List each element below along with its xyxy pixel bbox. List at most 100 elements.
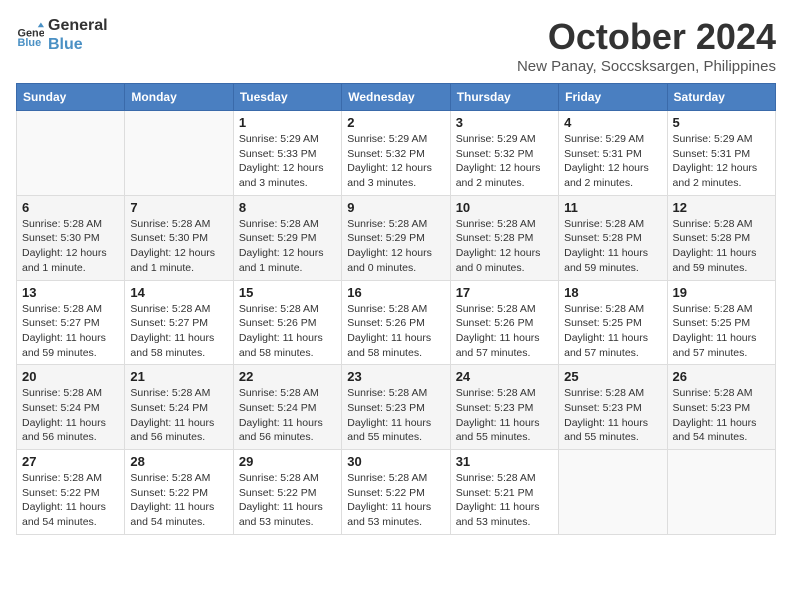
calendar-cell: 28 Sunrise: 5:28 AM Sunset: 5:22 PM Dayli… bbox=[125, 450, 233, 535]
header-wednesday: Wednesday bbox=[342, 84, 450, 111]
day-info: Sunrise: 5:28 AM Sunset: 5:28 PM Dayligh… bbox=[673, 217, 770, 276]
calendar-cell: 12 Sunrise: 5:28 AM Sunset: 5:28 PM Dayli… bbox=[667, 195, 775, 280]
day-number: 17 bbox=[456, 285, 553, 300]
day-number: 12 bbox=[673, 200, 770, 215]
calendar-cell: 5 Sunrise: 5:29 AM Sunset: 5:31 PM Daylig… bbox=[667, 111, 775, 196]
calendar-table: SundayMondayTuesdayWednesdayThursdayFrid… bbox=[16, 83, 776, 535]
calendar-cell: 16 Sunrise: 5:28 AM Sunset: 5:26 PM Dayli… bbox=[342, 280, 450, 365]
day-info: Sunrise: 5:29 AM Sunset: 5:31 PM Dayligh… bbox=[673, 132, 770, 191]
day-number: 22 bbox=[239, 369, 336, 384]
day-info: Sunrise: 5:28 AM Sunset: 5:22 PM Dayligh… bbox=[347, 471, 444, 530]
day-number: 13 bbox=[22, 285, 119, 300]
calendar-week-3: 13 Sunrise: 5:28 AM Sunset: 5:27 PM Dayli… bbox=[17, 280, 776, 365]
calendar-cell: 25Sunrise: 5:28 AM Sunset: 5:23 PM Dayli… bbox=[559, 365, 667, 450]
day-info: Sunrise: 5:28 AM Sunset: 5:28 PM Dayligh… bbox=[564, 217, 661, 276]
day-number: 26 bbox=[673, 369, 770, 384]
calendar-cell: 18 Sunrise: 5:28 AM Sunset: 5:25 PM Dayli… bbox=[559, 280, 667, 365]
day-number: 10 bbox=[456, 200, 553, 215]
logo-general: General bbox=[48, 16, 108, 35]
day-number: 8 bbox=[239, 200, 336, 215]
day-info: Sunrise: 5:28 AM Sunset: 5:27 PM Dayligh… bbox=[22, 302, 119, 361]
day-info: Sunrise: 5:28 AM Sunset: 5:23 PM Dayligh… bbox=[347, 386, 444, 445]
calendar-cell bbox=[125, 111, 233, 196]
day-number: 1 bbox=[239, 115, 336, 130]
calendar-cell: 24 Sunrise: 5:28 AM Sunset: 5:23 PM Dayli… bbox=[450, 365, 558, 450]
logo-blue: Blue bbox=[48, 35, 108, 54]
day-info: Sunrise: 5:28 AM Sunset: 5:23 PM Dayligh… bbox=[564, 386, 661, 445]
day-number: 29 bbox=[239, 454, 336, 469]
calendar-cell bbox=[17, 111, 125, 196]
logo-icon: General Blue bbox=[16, 21, 44, 49]
month-title: October 2024 bbox=[517, 16, 776, 58]
day-number: 5 bbox=[673, 115, 770, 130]
day-number: 27 bbox=[22, 454, 119, 469]
day-info: Sunrise: 5:28 AM Sunset: 5:29 PM Dayligh… bbox=[239, 217, 336, 276]
day-number: 24 bbox=[456, 369, 553, 384]
day-info: Sunrise: 5:28 AM Sunset: 5:23 PM Dayligh… bbox=[673, 386, 770, 445]
calendar-cell: 4Sunrise: 5:29 AM Sunset: 5:31 PM Daylig… bbox=[559, 111, 667, 196]
calendar-cell bbox=[559, 450, 667, 535]
day-number: 28 bbox=[130, 454, 227, 469]
day-info: Sunrise: 5:28 AM Sunset: 5:26 PM Dayligh… bbox=[239, 302, 336, 361]
day-info: Sunrise: 5:28 AM Sunset: 5:24 PM Dayligh… bbox=[239, 386, 336, 445]
day-number: 11 bbox=[564, 200, 661, 215]
header-sunday: Sunday bbox=[17, 84, 125, 111]
day-number: 30 bbox=[347, 454, 444, 469]
calendar-cell: 10 Sunrise: 5:28 AM Sunset: 5:28 PM Dayli… bbox=[450, 195, 558, 280]
calendar-cell: 7 Sunrise: 5:28 AM Sunset: 5:30 PM Daylig… bbox=[125, 195, 233, 280]
day-info: Sunrise: 5:28 AM Sunset: 5:26 PM Dayligh… bbox=[347, 302, 444, 361]
calendar-week-1: 1 Sunrise: 5:29 AM Sunset: 5:33 PM Daylig… bbox=[17, 111, 776, 196]
day-info: Sunrise: 5:29 AM Sunset: 5:33 PM Dayligh… bbox=[239, 132, 336, 191]
day-info: Sunrise: 5:28 AM Sunset: 5:22 PM Dayligh… bbox=[239, 471, 336, 530]
logo: General Blue General Blue bbox=[16, 16, 108, 54]
day-number: 9 bbox=[347, 200, 444, 215]
header-thursday: Thursday bbox=[450, 84, 558, 111]
day-number: 23 bbox=[347, 369, 444, 384]
calendar-cell: 23 Sunrise: 5:28 AM Sunset: 5:23 PM Dayli… bbox=[342, 365, 450, 450]
day-number: 18 bbox=[564, 285, 661, 300]
day-info: Sunrise: 5:28 AM Sunset: 5:22 PM Dayligh… bbox=[22, 471, 119, 530]
day-number: 7 bbox=[130, 200, 227, 215]
calendar-cell: 21Sunrise: 5:28 AM Sunset: 5:24 PM Dayli… bbox=[125, 365, 233, 450]
calendar-week-2: 6 Sunrise: 5:28 AM Sunset: 5:30 PM Daylig… bbox=[17, 195, 776, 280]
calendar-cell: 1 Sunrise: 5:29 AM Sunset: 5:33 PM Daylig… bbox=[233, 111, 341, 196]
header-saturday: Saturday bbox=[667, 84, 775, 111]
day-number: 16 bbox=[347, 285, 444, 300]
day-number: 2 bbox=[347, 115, 444, 130]
calendar-cell: 20Sunrise: 5:28 AM Sunset: 5:24 PM Dayli… bbox=[17, 365, 125, 450]
day-info: Sunrise: 5:28 AM Sunset: 5:24 PM Dayligh… bbox=[130, 386, 227, 445]
day-info: Sunrise: 5:28 AM Sunset: 5:27 PM Dayligh… bbox=[130, 302, 227, 361]
calendar-cell: 15 Sunrise: 5:28 AM Sunset: 5:26 PM Dayli… bbox=[233, 280, 341, 365]
calendar-cell bbox=[667, 450, 775, 535]
svg-text:Blue: Blue bbox=[18, 37, 42, 49]
title-block: October 2024 New Panay, Soccsksargen, Ph… bbox=[517, 16, 776, 75]
day-number: 6 bbox=[22, 200, 119, 215]
day-number: 15 bbox=[239, 285, 336, 300]
calendar-header-row: SundayMondayTuesdayWednesdayThursdayFrid… bbox=[17, 84, 776, 111]
calendar-cell: 3Sunrise: 5:29 AM Sunset: 5:32 PM Daylig… bbox=[450, 111, 558, 196]
day-info: Sunrise: 5:28 AM Sunset: 5:30 PM Dayligh… bbox=[130, 217, 227, 276]
calendar-cell: 8 Sunrise: 5:28 AM Sunset: 5:29 PM Daylig… bbox=[233, 195, 341, 280]
day-info: Sunrise: 5:29 AM Sunset: 5:32 PM Dayligh… bbox=[347, 132, 444, 191]
calendar-cell: 17 Sunrise: 5:28 AM Sunset: 5:26 PM Dayli… bbox=[450, 280, 558, 365]
calendar-cell: 22 Sunrise: 5:28 AM Sunset: 5:24 PM Dayli… bbox=[233, 365, 341, 450]
calendar-cell: 19 Sunrise: 5:28 AM Sunset: 5:25 PM Dayli… bbox=[667, 280, 775, 365]
day-number: 31 bbox=[456, 454, 553, 469]
day-info: Sunrise: 5:28 AM Sunset: 5:25 PM Dayligh… bbox=[673, 302, 770, 361]
day-number: 19 bbox=[673, 285, 770, 300]
calendar-cell: 26 Sunrise: 5:28 AM Sunset: 5:23 PM Dayli… bbox=[667, 365, 775, 450]
page-header: General Blue General Blue October 2024 N… bbox=[16, 16, 776, 75]
calendar-week-4: 20Sunrise: 5:28 AM Sunset: 5:24 PM Dayli… bbox=[17, 365, 776, 450]
day-info: Sunrise: 5:28 AM Sunset: 5:23 PM Dayligh… bbox=[456, 386, 553, 445]
day-info: Sunrise: 5:28 AM Sunset: 5:21 PM Dayligh… bbox=[456, 471, 553, 530]
day-info: Sunrise: 5:28 AM Sunset: 5:30 PM Dayligh… bbox=[22, 217, 119, 276]
day-info: Sunrise: 5:28 AM Sunset: 5:28 PM Dayligh… bbox=[456, 217, 553, 276]
calendar-cell: 14Sunrise: 5:28 AM Sunset: 5:27 PM Dayli… bbox=[125, 280, 233, 365]
calendar-cell: 31 Sunrise: 5:28 AM Sunset: 5:21 PM Dayli… bbox=[450, 450, 558, 535]
day-info: Sunrise: 5:28 AM Sunset: 5:29 PM Dayligh… bbox=[347, 217, 444, 276]
day-info: Sunrise: 5:28 AM Sunset: 5:25 PM Dayligh… bbox=[564, 302, 661, 361]
day-info: Sunrise: 5:28 AM Sunset: 5:22 PM Dayligh… bbox=[130, 471, 227, 530]
calendar-week-5: 27 Sunrise: 5:28 AM Sunset: 5:22 PM Dayli… bbox=[17, 450, 776, 535]
day-info: Sunrise: 5:28 AM Sunset: 5:26 PM Dayligh… bbox=[456, 302, 553, 361]
calendar-cell: 27 Sunrise: 5:28 AM Sunset: 5:22 PM Dayli… bbox=[17, 450, 125, 535]
